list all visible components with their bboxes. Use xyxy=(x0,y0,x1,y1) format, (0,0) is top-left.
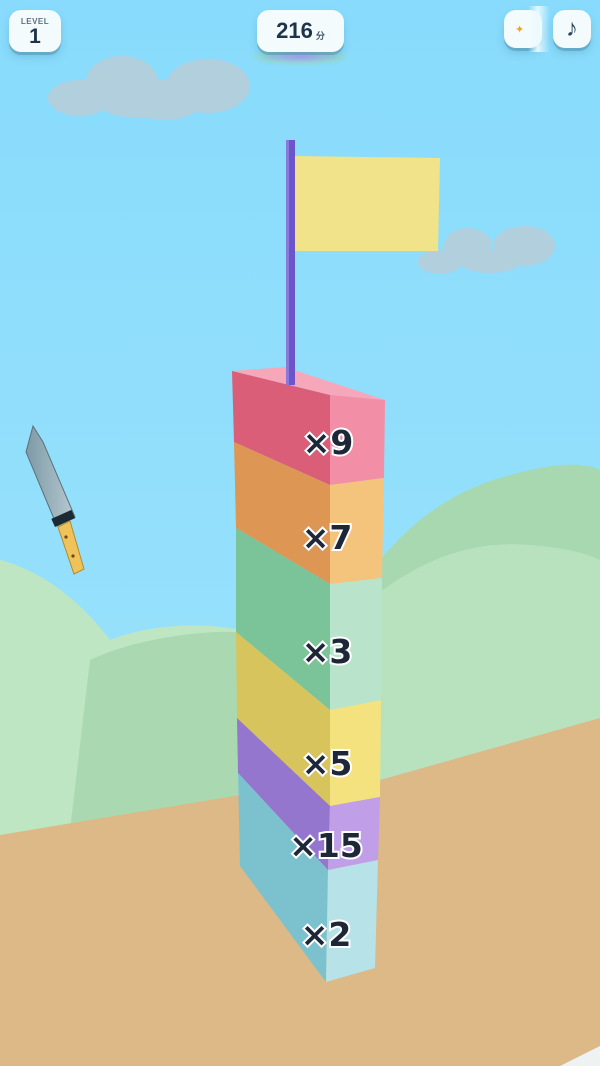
bonus-shine xyxy=(528,6,550,52)
multiplier-label-1: ×9 xyxy=(303,423,354,462)
music-note-icon: ♪ xyxy=(566,15,578,42)
multiplier-label-3: ×3 xyxy=(302,632,353,671)
multiplier-label-2: ×7 xyxy=(302,518,353,557)
game-canvas[interactable]: ×9 ×7 ×3 ×5 ×15 ×2 xyxy=(0,0,600,1066)
multiplier-label-5: ×15 xyxy=(289,826,363,865)
multiplier-label-6: ×2 xyxy=(301,915,352,954)
flag-cloth xyxy=(295,156,440,251)
level-indicator: LEVEL 1 xyxy=(9,10,61,52)
music-toggle-button[interactable]: ♪ xyxy=(553,10,591,48)
star-icon: ✦ xyxy=(515,23,525,36)
multiplier-label-4: ×5 xyxy=(302,744,353,783)
score-value: 216 xyxy=(276,18,313,43)
level-value: 1 xyxy=(29,25,41,48)
score-unit: 分 xyxy=(315,30,325,41)
game-scene[interactable]: ×9 ×7 ×3 ×5 ×15 ×2 LEVEL 1 216 分 ✦ ♪ xyxy=(0,0,600,1066)
score-counter: 216 分 xyxy=(257,10,344,52)
